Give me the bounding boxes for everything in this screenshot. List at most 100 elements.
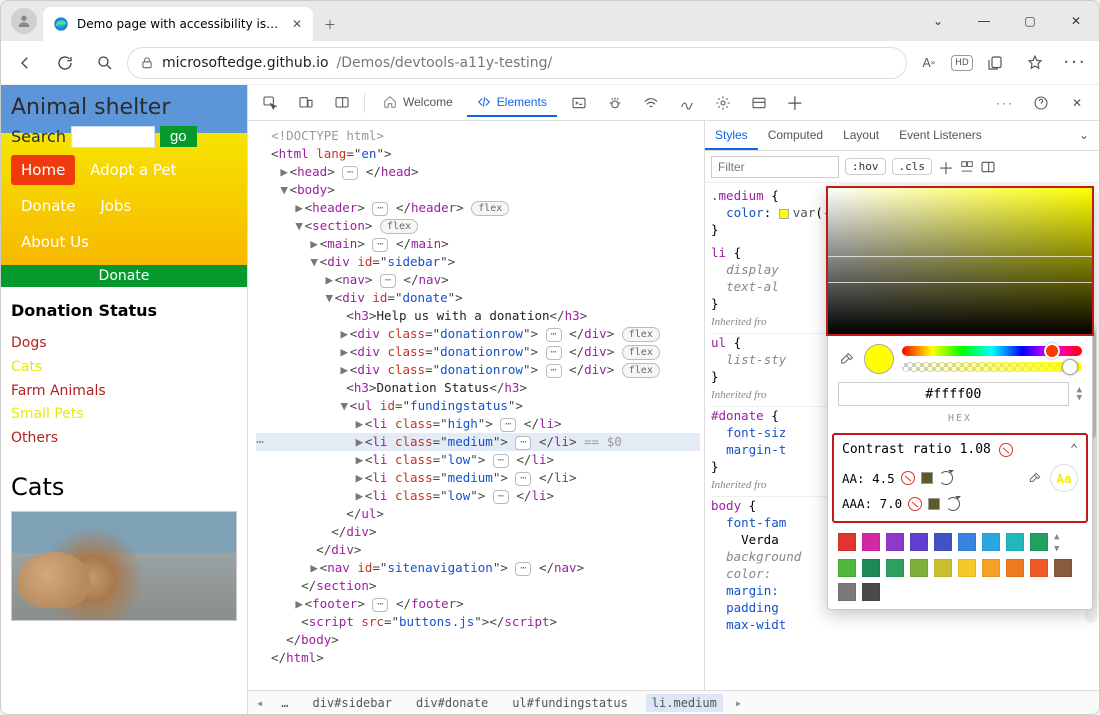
color-gradient[interactable]: [826, 186, 1094, 336]
panel-toggle-icon[interactable]: [745, 89, 773, 117]
minimize-button[interactable]: ―: [961, 1, 1007, 41]
cls-toggle[interactable]: .cls: [892, 158, 933, 175]
console-drawer-icon[interactable]: [565, 89, 593, 117]
palette-swatch[interactable]: [862, 583, 880, 601]
suggested-aa-swatch[interactable]: [921, 472, 933, 484]
palette-swatch[interactable]: [910, 533, 928, 551]
selected-dom-node[interactable]: ⋯ ▶<li class="medium"> ⋯ </li> == $0: [256, 433, 700, 451]
crumb-active[interactable]: li.medium: [646, 694, 723, 712]
help-icon[interactable]: [1027, 89, 1055, 117]
flexbox-editor-icon[interactable]: [960, 160, 974, 174]
nav-about[interactable]: About Us: [11, 227, 99, 257]
tab-welcome[interactable]: Welcome: [373, 89, 463, 117]
close-tab-icon[interactable]: ✕: [287, 14, 307, 34]
inspect-icon[interactable]: [256, 89, 284, 117]
tabs-dropdown-icon[interactable]: ⌄: [915, 1, 961, 41]
more-options-icon[interactable]: ···: [991, 89, 1019, 117]
tab-events[interactable]: Event Listeners: [889, 122, 992, 150]
rendering-icon[interactable]: [673, 89, 701, 117]
crumb[interactable]: div#donate: [410, 694, 494, 712]
new-tab-button[interactable]: ＋: [313, 7, 347, 41]
styles-rules[interactable]: styles.css:246 .medium { color: var(--fu…: [705, 183, 1099, 690]
search-icon[interactable]: [87, 45, 123, 81]
hov-toggle[interactable]: :hov: [845, 158, 886, 175]
gear-icon[interactable]: [709, 89, 737, 117]
browser-tab[interactable]: Demo page with accessibility issu ✕: [43, 7, 313, 41]
format-switch[interactable]: ▲▼: [1077, 386, 1082, 402]
palette-swatch[interactable]: [1006, 533, 1024, 551]
maximize-button[interactable]: ▢: [1007, 1, 1053, 41]
nav-adopt[interactable]: Adopt a Pet: [80, 155, 186, 185]
palette-swatch[interactable]: [1030, 533, 1048, 551]
hd-icon[interactable]: HD: [951, 55, 973, 71]
palette-swatch[interactable]: [838, 533, 856, 551]
favorite-icon[interactable]: [1017, 45, 1053, 81]
crumb[interactable]: ul#fundingstatus: [506, 694, 634, 712]
nav-donate[interactable]: Donate: [11, 191, 86, 221]
list-item[interactable]: Dogs: [11, 332, 237, 356]
crumb-next-icon[interactable]: ▸: [735, 696, 742, 710]
palette-swatch[interactable]: [1006, 559, 1024, 577]
eyedropper-icon[interactable]: [838, 350, 856, 368]
list-item[interactable]: Small Pets: [11, 403, 237, 427]
bg-eyedropper-icon[interactable]: [1026, 469, 1044, 487]
hex-input[interactable]: [838, 382, 1069, 406]
collections-icon[interactable]: [977, 45, 1013, 81]
styles-filter-input[interactable]: [711, 156, 839, 178]
tab-layout[interactable]: Layout: [833, 122, 889, 150]
contrast-toggle-icon[interactable]: ⌃: [1070, 441, 1078, 458]
back-button[interactable]: [7, 45, 43, 81]
nav-home[interactable]: Home: [11, 155, 75, 185]
palette-swatch[interactable]: [862, 559, 880, 577]
palette-swatch[interactable]: [934, 533, 952, 551]
palette-swatch[interactable]: [886, 559, 904, 577]
go-button[interactable]: go: [160, 126, 197, 147]
palette-swatch[interactable]: [838, 583, 856, 601]
profile-avatar[interactable]: [11, 8, 37, 34]
palette-swatch[interactable]: [958, 559, 976, 577]
url-field[interactable]: microsoftedge.github.io/Demos/devtools-a…: [127, 47, 907, 79]
palette-switch[interactable]: ▲▼: [1054, 533, 1072, 553]
tab-elements[interactable]: Elements: [467, 89, 557, 117]
refresh-button[interactable]: [47, 45, 83, 81]
device-toggle-icon[interactable]: [292, 89, 320, 117]
tab-styles[interactable]: Styles: [705, 122, 758, 150]
palette-swatch[interactable]: [838, 559, 856, 577]
issues-icon[interactable]: [601, 89, 629, 117]
palette-swatch[interactable]: [1030, 559, 1048, 577]
palette-swatch[interactable]: [862, 533, 880, 551]
read-aloud-icon[interactable]: A»: [911, 45, 947, 81]
palette-swatch[interactable]: [934, 559, 952, 577]
crumb[interactable]: div#sidebar: [306, 694, 397, 712]
palette-swatch[interactable]: [1054, 559, 1072, 577]
settings-more-icon[interactable]: ···: [1057, 45, 1093, 81]
apply-aaa-icon[interactable]: [946, 497, 960, 511]
list-item[interactable]: Farm Animals: [11, 380, 237, 404]
suggested-aaa-swatch[interactable]: [928, 498, 940, 510]
close-window-button[interactable]: ✕: [1053, 1, 1099, 41]
crumb[interactable]: …: [275, 694, 294, 712]
new-style-rule-icon[interactable]: ＋: [938, 155, 954, 179]
tab-computed[interactable]: Computed: [758, 122, 833, 150]
hue-slider[interactable]: [902, 346, 1082, 356]
crumb-prev-icon[interactable]: ◂: [256, 696, 263, 710]
close-devtools-icon[interactable]: ✕: [1063, 89, 1091, 117]
nav-jobs[interactable]: Jobs: [90, 191, 141, 221]
palette-swatch[interactable]: [958, 533, 976, 551]
search-input[interactable]: [72, 127, 154, 147]
palette-swatch[interactable]: [910, 559, 928, 577]
donate-button[interactable]: Donate: [1, 265, 247, 287]
network-conditions-icon[interactable]: [637, 89, 665, 117]
styles-more[interactable]: ⌄: [1069, 122, 1099, 150]
computed-panel-icon[interactable]: [980, 159, 996, 175]
palette-swatch[interactable]: [886, 533, 904, 551]
palette-swatch[interactable]: [982, 533, 1000, 551]
apply-aa-icon[interactable]: [939, 471, 953, 485]
add-panel-icon[interactable]: ＋: [781, 89, 809, 117]
alpha-slider[interactable]: [902, 362, 1082, 372]
list-item[interactable]: Others: [11, 427, 237, 451]
elements-tree[interactable]: <!DOCTYPE html> <html lang="en"> ▶<head>…: [248, 121, 704, 690]
dock-icon[interactable]: [328, 89, 356, 117]
palette-swatch[interactable]: [982, 559, 1000, 577]
list-item[interactable]: Cats: [11, 356, 237, 380]
